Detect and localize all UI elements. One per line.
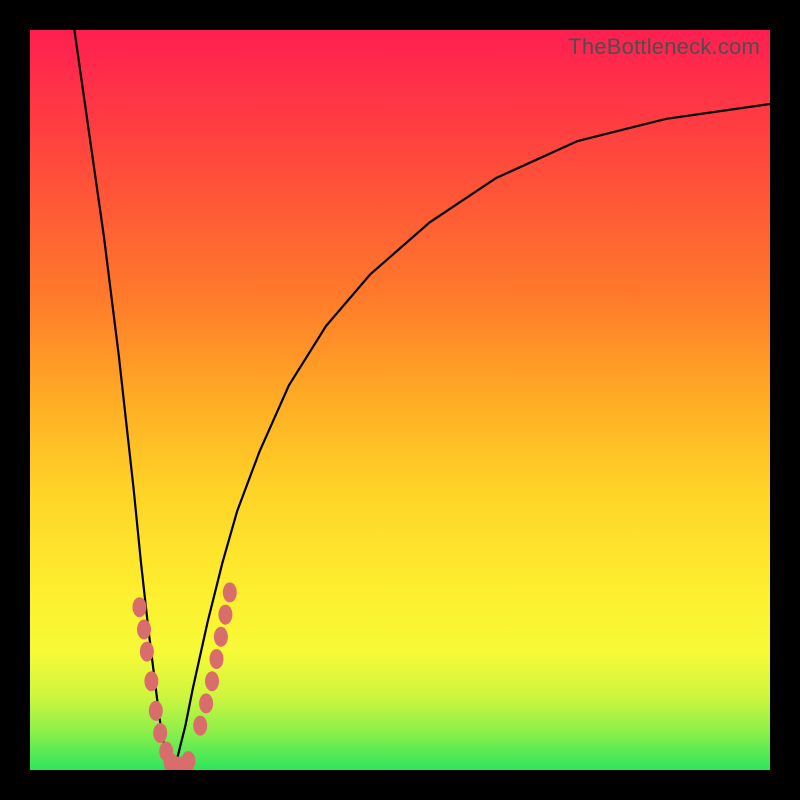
marker-point [214,627,228,647]
marker-point [140,642,154,662]
marker-point [153,723,167,743]
marker-point [223,582,237,602]
marker-point [199,693,213,713]
chart-frame: TheBottleneck.com [0,0,800,800]
plot-area: TheBottleneck.com [30,30,770,770]
marker-point [205,671,219,691]
curve-group [74,30,770,770]
marker-point [218,605,232,625]
curve-left-branch [74,30,172,770]
curve-right-branch [173,104,770,770]
marker-point [210,649,224,669]
chart-svg [30,30,770,770]
marker-point [193,716,207,736]
marker-point [149,701,163,721]
marker-point [133,597,147,617]
marker-point [144,671,158,691]
marker-point [137,619,151,639]
marker-point [181,751,195,770]
marker-group [133,582,237,770]
